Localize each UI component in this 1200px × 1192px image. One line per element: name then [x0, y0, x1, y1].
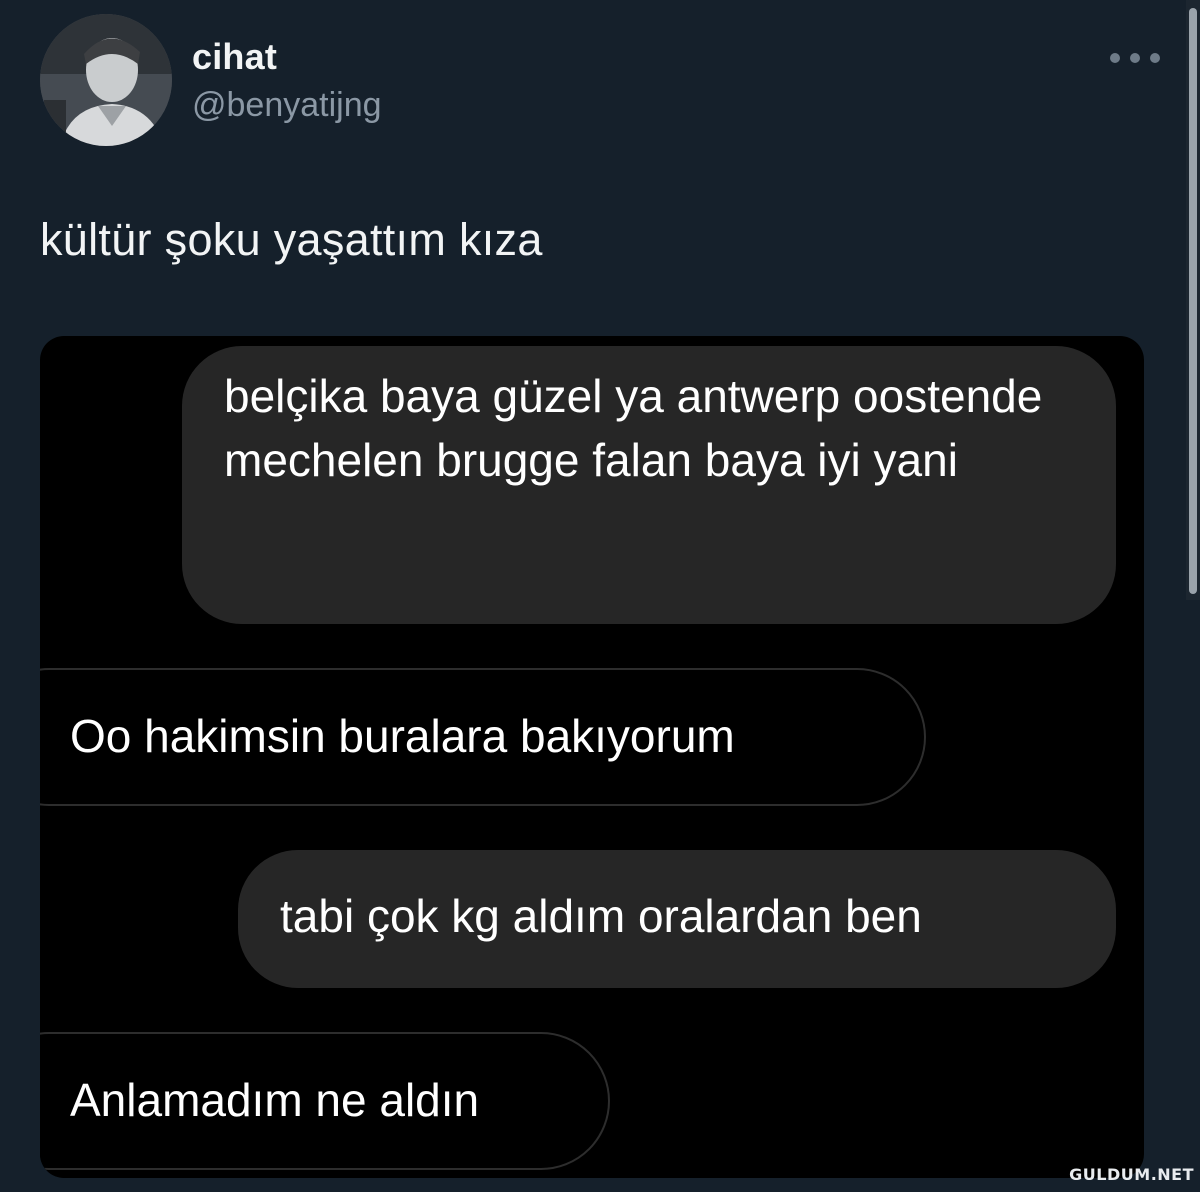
scrollbar-thumb[interactable] [1189, 8, 1197, 594]
watermark: GULDUM.NET [1069, 1165, 1194, 1184]
chat-message-received: Anlamadım ne aldın [40, 1032, 610, 1170]
author-handle[interactable]: @benyatijng [192, 86, 382, 125]
page-scrollbar[interactable] [1186, 0, 1200, 600]
avatar[interactable] [40, 14, 172, 146]
more-dot [1130, 53, 1140, 63]
author-name[interactable]: cihat [192, 36, 277, 78]
chat-message-received: Oo hakimsin buralara bakıyorum [40, 668, 926, 806]
tweet-media-screenshot[interactable]: belçika baya güzel ya antwerp oostende m… [40, 336, 1144, 1178]
chat-message-sent: tabi çok kg aldım oralardan ben [238, 850, 1116, 988]
tweet-header: cihat @benyatijng [40, 14, 1160, 154]
chat-message-sent: belçika baya güzel ya antwerp oostende m… [182, 346, 1116, 624]
more-dot [1150, 53, 1160, 63]
avatar-photo [40, 14, 172, 146]
more-horizontal-icon[interactable] [1110, 48, 1160, 68]
more-dot [1110, 53, 1120, 63]
tweet-text: kültür şoku yaşattım kıza [40, 214, 543, 265]
